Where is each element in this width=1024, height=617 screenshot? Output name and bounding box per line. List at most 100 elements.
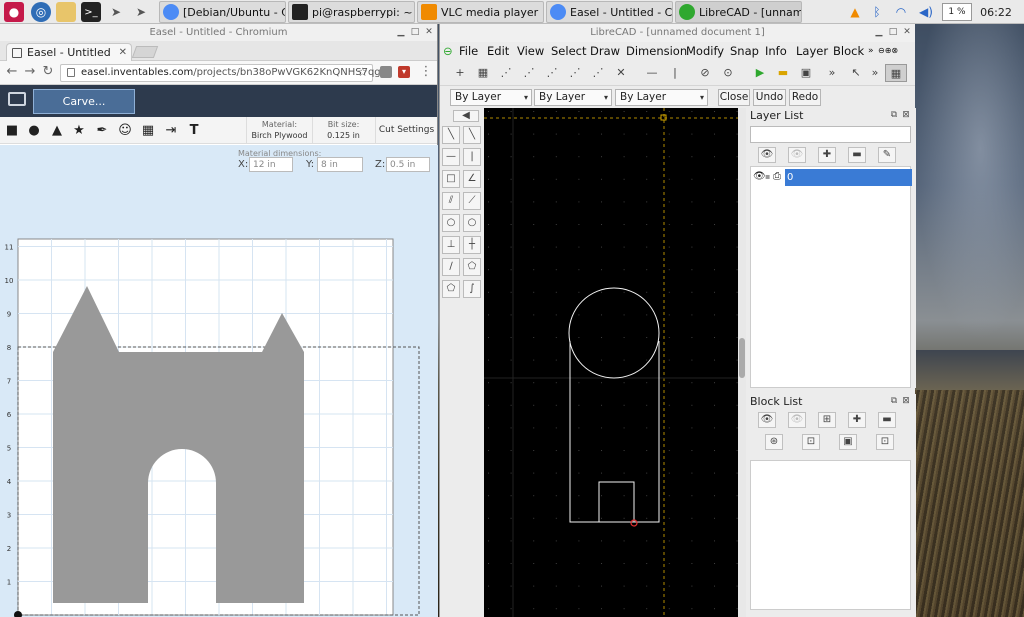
grid-toggle-icon[interactable]: ▦ (885, 64, 907, 82)
save-block-icon[interactable]: ▣ (839, 434, 857, 450)
apps-grid-icon[interactable]: ▦ (140, 122, 156, 138)
layer-visible-icon[interactable]: 👁 (753, 171, 766, 182)
edit-block-icon[interactable]: ⊡ (802, 434, 820, 450)
task-librecad[interactable]: LibreCAD - [unnamed... (675, 1, 802, 23)
text-tool-icon[interactable]: T (186, 122, 202, 138)
wifi-icon[interactable]: ◠ (892, 3, 910, 21)
angle-line-icon[interactable]: ∠ (463, 170, 481, 188)
line-tool-icon[interactable]: ╲ (442, 126, 460, 144)
snap-intersection-icon[interactable]: ✕ (612, 64, 630, 82)
chromium-titlebar[interactable]: Easel - Untitled - Chromium ▁ □ ✕ (0, 24, 437, 41)
snap-center-icon[interactable]: ⋰ (589, 64, 607, 82)
star-shape-icon[interactable]: ★ (71, 122, 87, 138)
bit-size-selector[interactable]: Bit size: 0.125 in (312, 117, 374, 144)
orthogonal-icon[interactable]: ⊥ (442, 236, 460, 254)
extension-icon[interactable] (380, 66, 392, 78)
remove-block-icon[interactable]: ▬ (878, 412, 896, 428)
menu-edit[interactable]: Edit (487, 44, 509, 58)
reload-icon[interactable]: ↻ (40, 64, 56, 79)
menu-snap[interactable]: Snap (730, 44, 759, 58)
menu-view[interactable]: View (517, 44, 544, 58)
dock-close-icon[interactable]: ⊠ (900, 395, 912, 407)
restrict-horizontal-icon[interactable]: — (643, 64, 661, 82)
tab-easel[interactable]: Easel - Untitled ✕ (6, 43, 132, 61)
linetype-combo[interactable]: By Layer ▾ (615, 89, 708, 106)
layer-print-icon[interactable]: ⎙ (773, 171, 781, 182)
menu-draw[interactable]: Draw (590, 44, 620, 58)
menu-block[interactable]: Block (833, 44, 864, 58)
restrict-vertical-icon[interactable]: | (666, 64, 684, 82)
minimize-icon[interactable]: ▁ (395, 26, 407, 38)
close-button[interactable]: Close (718, 89, 750, 106)
save-file-icon[interactable]: ▣ (797, 64, 815, 82)
task-debian-chromium[interactable]: [Debian/Ubuntu - Chr... (159, 1, 286, 23)
pen-tool-icon[interactable]: ✒ (94, 122, 110, 138)
close-icon[interactable]: ✕ (901, 26, 913, 38)
dock-float-icon[interactable]: ⧉ (888, 109, 900, 121)
triangle-shape-icon[interactable]: ▲ (49, 122, 65, 138)
redo-button[interactable]: Redo (789, 89, 821, 106)
crosshair-icon[interactable]: + (451, 64, 469, 82)
polygon-icon[interactable]: ⬠ (463, 258, 481, 276)
dock-float-icon[interactable]: ⧉ (888, 395, 900, 407)
snap-endpoint-icon[interactable]: ⋰ (543, 64, 561, 82)
relative-angle-icon[interactable]: ┼ (463, 236, 481, 254)
terminal-icon[interactable]: >_ (81, 2, 101, 22)
maximize-icon[interactable]: □ (887, 26, 899, 38)
forward-icon[interactable]: → (22, 64, 38, 79)
relative-zero-icon[interactable]: ⊘ (696, 64, 714, 82)
add-layer-icon[interactable]: ✚ (818, 147, 836, 163)
minimize-icon[interactable]: ▁ (873, 26, 885, 38)
task-easel-chromium[interactable]: Easel - Untitled - Chr... (546, 1, 673, 23)
new-tab-button[interactable] (131, 46, 159, 58)
color-combo[interactable]: By Layer ▾ (450, 89, 532, 106)
polygon-icon-2[interactable]: ⬠ (442, 280, 460, 298)
maximize-icon[interactable]: □ (409, 26, 421, 38)
horizontal-line-icon[interactable]: — (442, 148, 460, 166)
parallel-line-icon[interactable]: ⫽ (442, 192, 460, 210)
import-icon[interactable]: ⇥ (163, 122, 179, 138)
toolbar-overflow-icon[interactable]: » (823, 64, 841, 82)
cut-settings-button[interactable]: Cut Settings (375, 117, 437, 144)
volume-icon[interactable]: ◀) (916, 3, 936, 21)
rename-block-icon[interactable]: ⊛ (765, 434, 783, 450)
polyline-icon[interactable]: ∫ (463, 280, 481, 298)
remove-layer-icon[interactable]: ▬ (848, 147, 866, 163)
bookmark-star-icon[interactable]: ☆ (357, 64, 368, 80)
back-icon[interactable]: ← (4, 64, 20, 79)
open-file-icon[interactable]: ▬ (774, 64, 792, 82)
menu-dimension[interactable]: Dimension (626, 44, 687, 58)
chromium-menu-icon[interactable]: ⋮ (418, 64, 434, 79)
square-shape-icon[interactable]: ■ (4, 122, 20, 138)
mdi-window-controls[interactable]: ⊖⊕⊗ (878, 46, 898, 55)
hide-all-layers-icon[interactable]: 👁 (788, 147, 806, 163)
bisector-icon[interactable]: ⟋ (463, 192, 481, 210)
insert-block-icon[interactable]: ⊡ (876, 434, 894, 450)
globe-icon[interactable]: ◎ (31, 2, 51, 22)
close-icon[interactable]: ✕ (423, 26, 435, 38)
layer-filter-input[interactable] (750, 126, 911, 143)
grid-icon[interactable]: ▦ (474, 64, 492, 82)
show-all-layers-icon[interactable]: 👁 (758, 147, 776, 163)
hide-all-blocks-icon[interactable]: 👁 (788, 412, 806, 428)
menu-modify[interactable]: Modify (686, 44, 724, 58)
tangent-icon-2[interactable]: ○ (463, 214, 481, 232)
back-tool-icon[interactable]: ◀ (453, 110, 479, 122)
folder-icon[interactable] (56, 2, 76, 22)
bluetooth-icon[interactable]: ᛒ (870, 3, 884, 21)
raspberry-menu-icon[interactable]: ● (4, 2, 24, 22)
layer-row[interactable]: 👁 ▪ ⎙ 0 (751, 169, 912, 186)
add-block-icon[interactable]: ✚ (848, 412, 866, 428)
clock[interactable]: 06:22 (976, 3, 1016, 21)
scrollbar-thumb[interactable] (739, 338, 745, 378)
snap-grid-icon[interactable]: ⋰ (520, 64, 538, 82)
ublock-icon[interactable]: ▾ (398, 66, 410, 78)
vertical-line-icon[interactable]: | (463, 148, 481, 166)
address-bar[interactable]: easel.inventables.com/projects/bn38oPwVG… (60, 64, 387, 82)
layer-name[interactable]: 0 (785, 169, 912, 186)
menu-layer[interactable]: Layer (796, 44, 828, 58)
tangent-icon[interactable]: ○ (442, 214, 460, 232)
freehand-icon[interactable]: ∕ (442, 258, 460, 276)
circle-shape-icon[interactable]: ● (26, 122, 42, 138)
menu-select[interactable]: Select (551, 44, 586, 58)
